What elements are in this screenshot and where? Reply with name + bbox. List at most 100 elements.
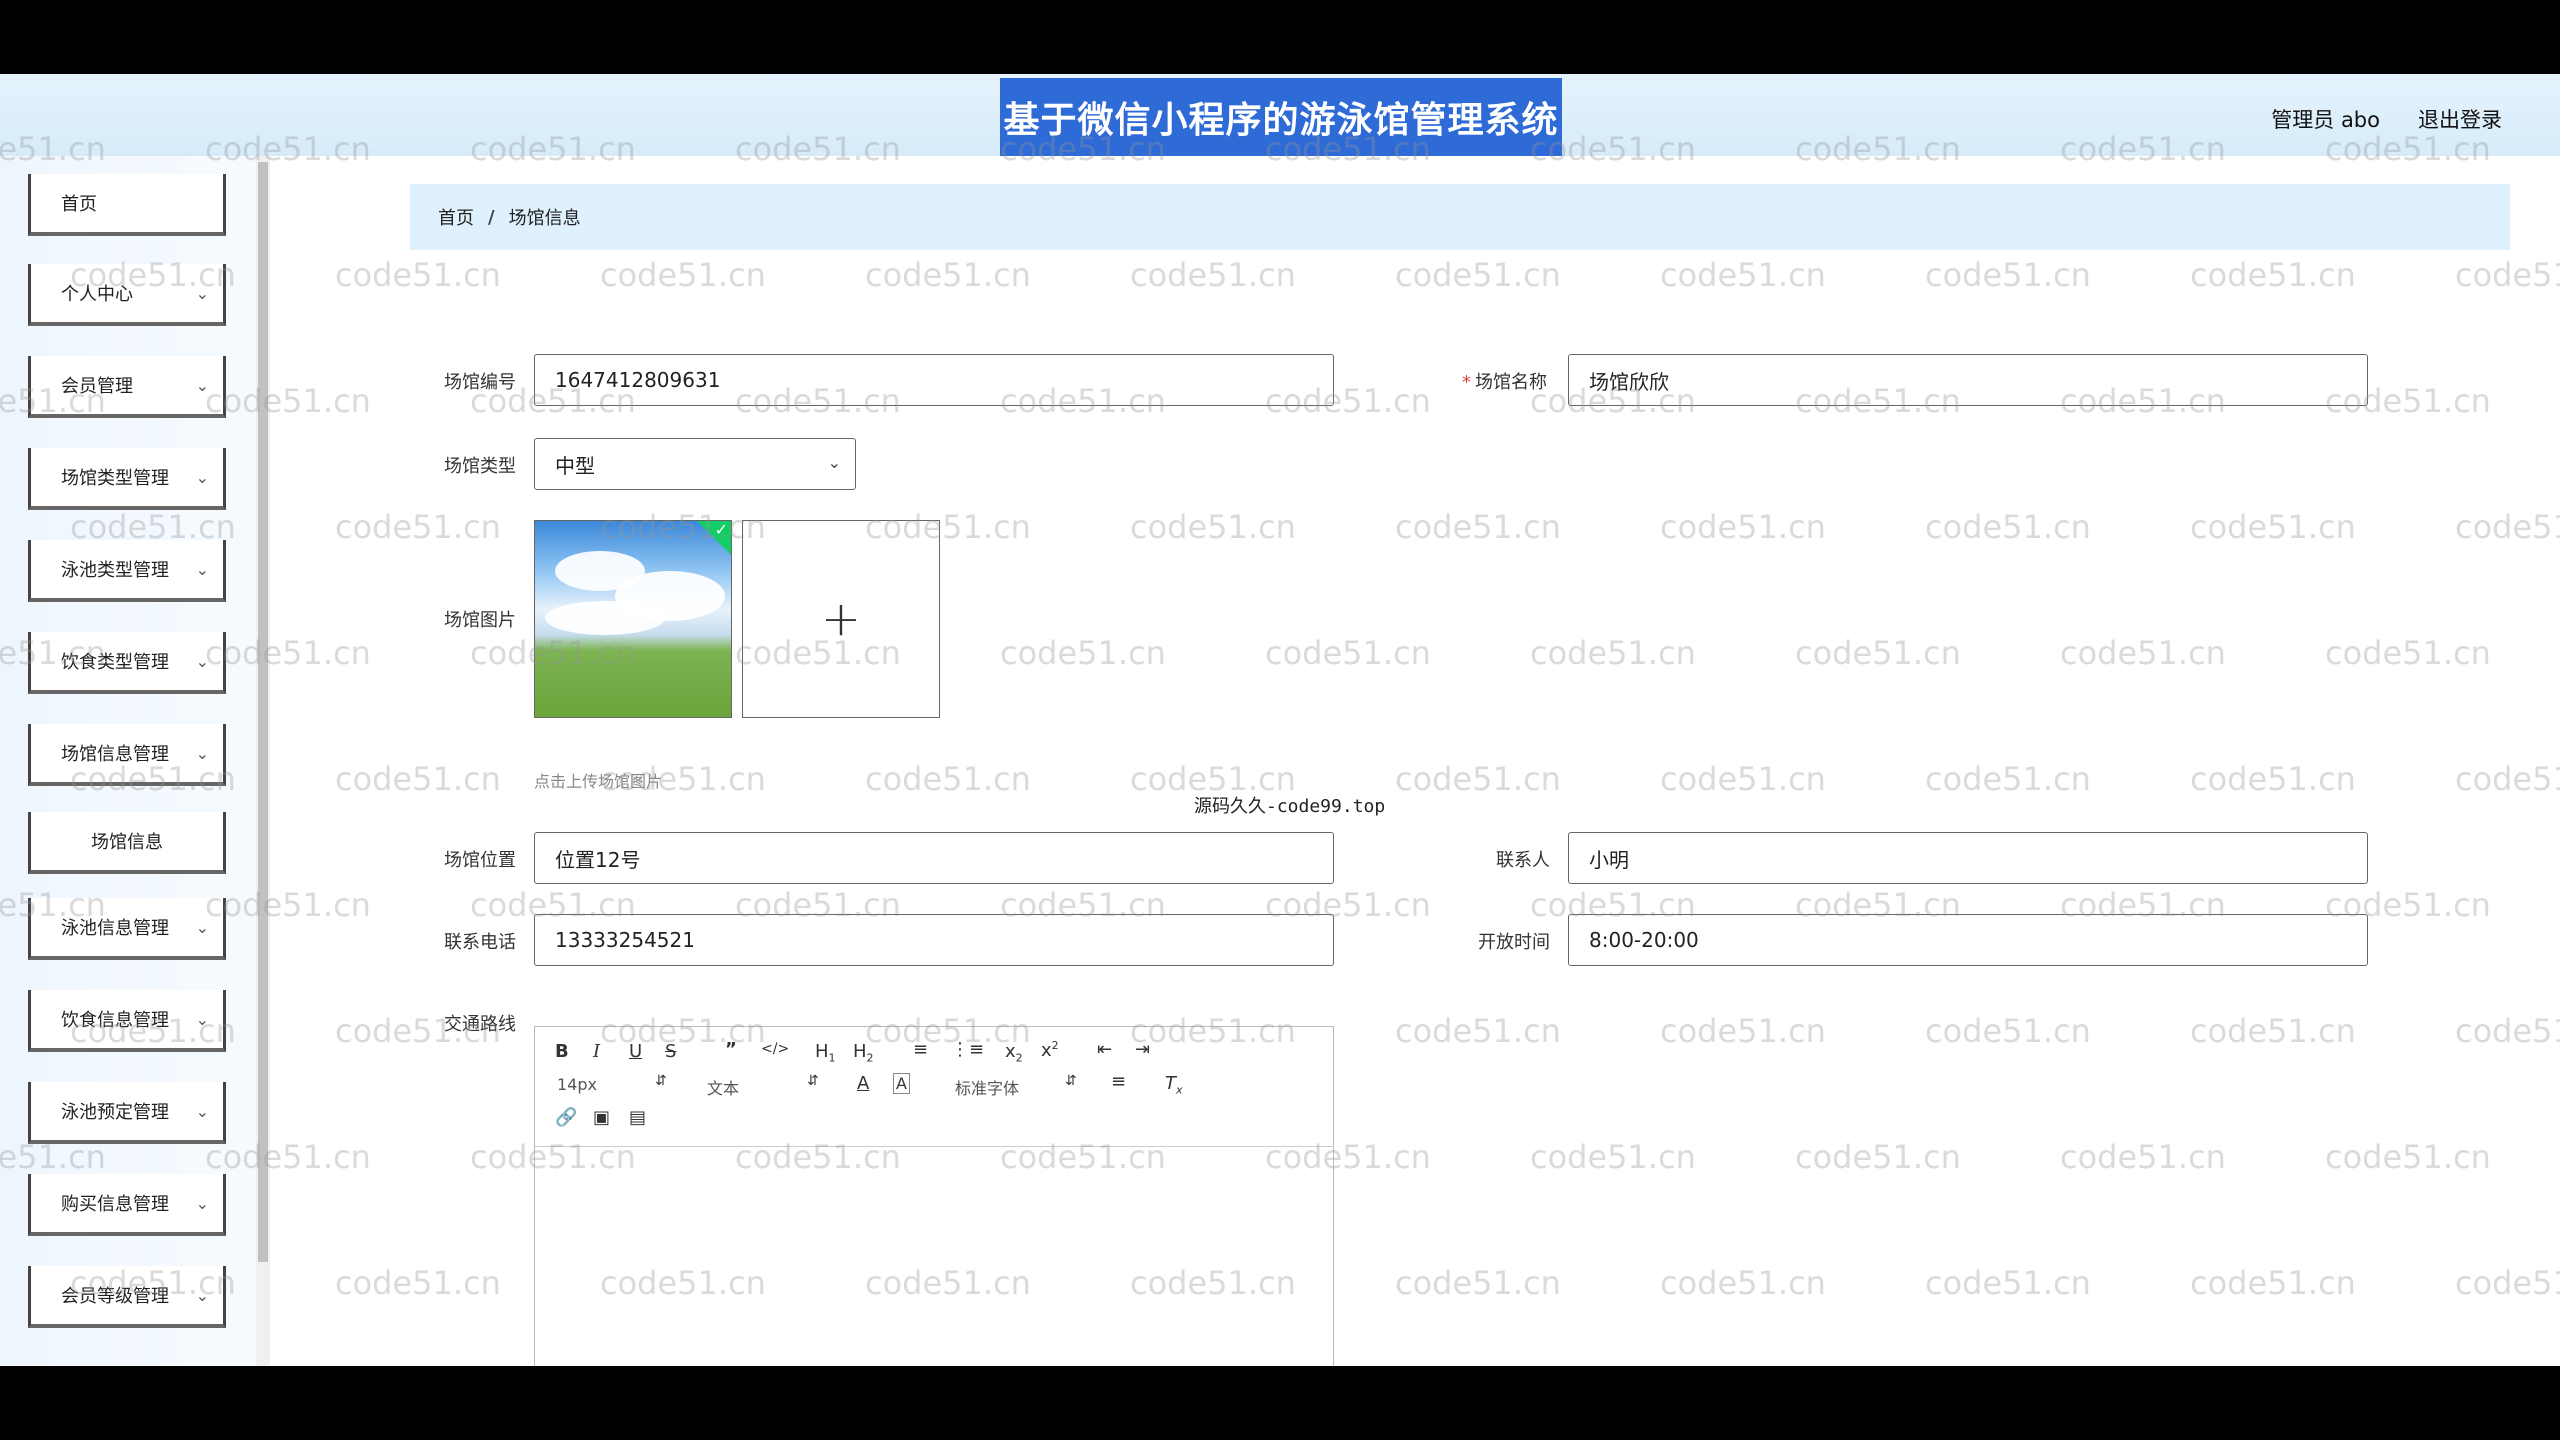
editor-content-area[interactable] bbox=[535, 1147, 1333, 1366]
bullet-list-icon[interactable]: ⋮≡ bbox=[951, 1039, 984, 1060]
sidebar-item[interactable]: 泳池预定管理 ⌄ bbox=[28, 1082, 226, 1144]
sidebar-item-label: 个人中心 bbox=[61, 284, 133, 305]
phone-input[interactable]: 13333254521 bbox=[534, 914, 1334, 966]
chevron-down-icon: ⌄ bbox=[195, 1102, 209, 1121]
breadcrumb: 首页 / 场馆信息 bbox=[410, 184, 2510, 250]
clear-format-icon[interactable]: Tx bbox=[1165, 1073, 1183, 1097]
sidebar-item-label: 首页 bbox=[61, 194, 97, 215]
sidebar-item[interactable]: 首页 bbox=[28, 174, 226, 236]
font-family-arrow-icon: ⇵ bbox=[1065, 1073, 1077, 1089]
contact-input[interactable]: 小明 bbox=[1568, 832, 2368, 884]
breadcrumb-current: 场馆信息 bbox=[508, 208, 581, 229]
upload-image-button[interactable]: + bbox=[742, 520, 940, 718]
chevron-down-icon: ⌄ bbox=[195, 1286, 209, 1305]
letterbox-bottom bbox=[0, 1366, 2560, 1440]
venue-type-select[interactable]: 中型 ⌄ bbox=[534, 438, 856, 490]
venue-location-input[interactable]: 位置12号 bbox=[534, 832, 1334, 884]
text-style-select[interactable]: 文本 bbox=[707, 1075, 739, 1099]
sidebar-item[interactable]: 饮食类型管理 ⌄ bbox=[28, 632, 226, 694]
subscript-icon[interactable]: x2 bbox=[1005, 1041, 1023, 1065]
ordered-list-icon[interactable]: ≡ bbox=[913, 1039, 928, 1060]
venue-name-label-text: 场馆名称 bbox=[1475, 372, 1547, 393]
sidebar-item-label: 饮食信息管理 bbox=[61, 1010, 169, 1031]
venue-image-label: 场馆图片 bbox=[444, 610, 516, 631]
heading1-icon[interactable]: H1 bbox=[815, 1041, 836, 1065]
sidebar-item[interactable]: 会员等级管理 ⌄ bbox=[28, 1266, 226, 1328]
sidebar-item[interactable]: 个人中心 ⌄ bbox=[28, 264, 226, 326]
code-block-icon[interactable]: </> bbox=[761, 1041, 789, 1057]
sidebar-subitem[interactable]: 场馆信息 bbox=[28, 812, 226, 874]
chevron-down-icon: ⌄ bbox=[195, 744, 209, 763]
chevron-down-icon: ⌄ bbox=[195, 376, 209, 395]
system-title: 基于微信小程序的游泳馆管理系统 bbox=[1000, 78, 1562, 156]
plus-icon: + bbox=[820, 591, 862, 647]
sidebar-item[interactable]: 饮食信息管理 ⌄ bbox=[28, 990, 226, 1052]
editor-toolbar: B I U S ” </> H1 H2 ≡ ⋮≡ x2 x2 ⇤ ⇥ 14px … bbox=[535, 1027, 1333, 1147]
venue-type-label: 场馆类型 bbox=[444, 456, 516, 477]
venue-no-label: 场馆编号 bbox=[444, 372, 516, 393]
sidebar-item-label: 泳池预定管理 bbox=[61, 1102, 169, 1123]
sidebar-item-label: 泳池类型管理 bbox=[61, 560, 169, 581]
sidebar-scroll-thumb[interactable] bbox=[258, 162, 268, 1262]
open-time-input[interactable]: 8:00-20:00 bbox=[1568, 914, 2368, 966]
sidebar-item-label: 场馆信息管理 bbox=[61, 744, 169, 765]
venue-image-thumbnail[interactable]: ✓ bbox=[534, 520, 732, 718]
superscript-icon[interactable]: x2 bbox=[1041, 1039, 1059, 1061]
outdent-icon[interactable]: ⇤ bbox=[1097, 1039, 1112, 1060]
align-icon[interactable]: ≡ bbox=[1111, 1071, 1126, 1092]
indent-icon[interactable]: ⇥ bbox=[1135, 1039, 1150, 1060]
sidebar-item-label: 场馆信息 bbox=[91, 832, 163, 853]
underline-icon[interactable]: U bbox=[629, 1041, 642, 1062]
chevron-down-icon: ⌄ bbox=[195, 560, 209, 579]
heading2-icon[interactable]: H2 bbox=[853, 1041, 874, 1065]
venue-type-value: 中型 bbox=[555, 453, 595, 478]
venue-location-label: 场馆位置 bbox=[444, 850, 516, 871]
sidebar-item[interactable]: 场馆信息管理 ⌄ bbox=[28, 724, 226, 786]
chevron-down-icon: ⌄ bbox=[195, 1194, 209, 1213]
check-icon: ✓ bbox=[714, 520, 728, 539]
breadcrumb-home[interactable]: 首页 bbox=[438, 204, 474, 230]
logout-link[interactable]: 退出登录 bbox=[2418, 104, 2502, 134]
current-user: 管理员 abo bbox=[2271, 108, 2380, 132]
venue-no-input[interactable]: 1647412809631 bbox=[534, 354, 1334, 406]
font-size-select[interactable]: 14px bbox=[557, 1075, 597, 1094]
font-size-arrow-icon: ⇵ bbox=[655, 1073, 667, 1089]
top-bar: 基于微信小程序的游泳馆管理系统 管理员 abo 退出登录 bbox=[0, 74, 2560, 156]
bold-icon[interactable]: B bbox=[555, 1041, 569, 1062]
sidebar-item[interactable]: 泳池信息管理 ⌄ bbox=[28, 898, 226, 960]
text-style-arrow-icon: ⇵ bbox=[807, 1073, 819, 1089]
sidebar-item-label: 购买信息管理 bbox=[61, 1194, 169, 1215]
chevron-down-icon: ⌄ bbox=[195, 468, 209, 487]
background-color-icon[interactable]: A bbox=[893, 1073, 910, 1094]
image-icon[interactable]: ▣ bbox=[593, 1107, 610, 1128]
app-frame: 基于微信小程序的游泳馆管理系统 管理员 abo 退出登录 首页 个人中心 ⌄ 会员管理… bbox=[0, 74, 2560, 1366]
strikethrough-icon[interactable]: S bbox=[665, 1041, 676, 1062]
route-label: 交通路线 bbox=[444, 1014, 516, 1035]
italic-icon[interactable]: I bbox=[593, 1041, 600, 1062]
upload-hint: 点击上传场馆图片 bbox=[534, 772, 663, 791]
venue-name-input[interactable]: 场馆欣欣 bbox=[1568, 354, 2368, 406]
venue-name-label: * 场馆名称 bbox=[1462, 368, 1547, 394]
breadcrumb-separator: / bbox=[488, 206, 495, 228]
video-icon[interactable]: ▤ bbox=[629, 1107, 646, 1128]
open-time-label: 开放时间 bbox=[1478, 932, 1550, 953]
sidebar-item[interactable]: 泳池类型管理 ⌄ bbox=[28, 540, 226, 602]
chevron-down-icon: ⌄ bbox=[827, 453, 841, 472]
contact-label: 联系人 bbox=[1496, 850, 1550, 871]
sidebar-item[interactable]: 会员管理 ⌄ bbox=[28, 356, 226, 418]
font-family-select[interactable]: 标准字体 bbox=[955, 1075, 1019, 1099]
sidebar-item-label: 会员等级管理 bbox=[61, 1286, 169, 1307]
chevron-down-icon: ⌄ bbox=[195, 284, 209, 303]
chevron-down-icon: ⌄ bbox=[195, 652, 209, 671]
phone-label: 联系电话 bbox=[444, 932, 516, 953]
overlay-source-text: 源码久久-code99.top bbox=[1194, 796, 1386, 817]
link-icon[interactable]: 🔗 bbox=[555, 1107, 577, 1128]
font-color-icon[interactable]: A bbox=[857, 1073, 869, 1094]
sidebar-item-label: 泳池信息管理 bbox=[61, 918, 169, 939]
main-content: 首页 / 场馆信息 场馆编号 1647412809631 * 场馆名称 场馆欣欣 … bbox=[410, 156, 2520, 1366]
blockquote-icon[interactable]: ” bbox=[725, 1039, 737, 1060]
sidebar-item[interactable]: 购买信息管理 ⌄ bbox=[28, 1174, 226, 1236]
sidebar-item[interactable]: 场馆类型管理 ⌄ bbox=[28, 448, 226, 510]
sidebar-item-label: 会员管理 bbox=[61, 376, 133, 397]
sidebar-item-label: 场馆类型管理 bbox=[61, 468, 169, 489]
